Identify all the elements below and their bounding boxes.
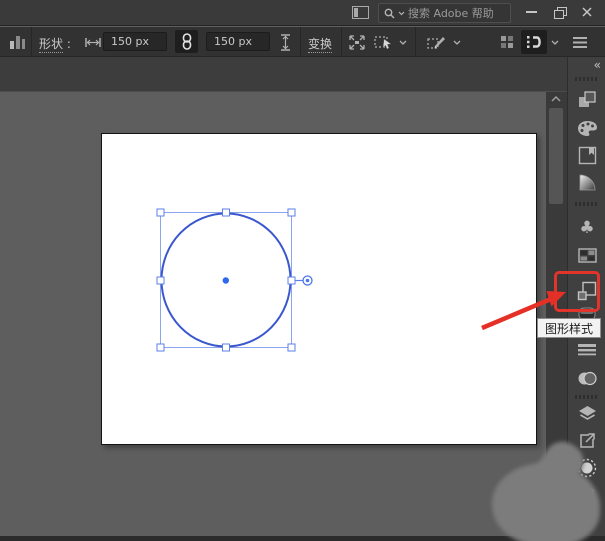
width-icon (85, 38, 101, 47)
dock-grip[interactable] (575, 77, 599, 81)
stroke-lines-icon[interactable] (576, 339, 598, 361)
chevron-down-icon[interactable] (399, 40, 407, 45)
swatches-icon[interactable] (576, 144, 598, 166)
height-input[interactable]: 150 px (206, 32, 270, 51)
center-point[interactable] (223, 277, 229, 283)
annotation-arrow (448, 283, 578, 338)
illustrator-window: 搜索 Adobe 帮助 形状 : 150 px (0, 0, 605, 541)
title-bar: 搜索 Adobe 帮助 (0, 0, 605, 26)
search-box[interactable]: 搜索 Adobe 帮助 (378, 3, 511, 23)
control-bar: 形状 : 150 px 150 px 变换 (0, 27, 605, 57)
chain-link-icon (181, 33, 193, 50)
chevron-down-icon[interactable] (453, 40, 461, 45)
shape-section-label[interactable]: 形状 : (39, 35, 71, 52)
search-placeholder: 搜索 Adobe 帮助 (408, 5, 494, 21)
width-input[interactable]: 150 px (103, 32, 167, 51)
constrain-proportions-button[interactable] (175, 30, 198, 53)
dock-grip[interactable] (575, 395, 599, 399)
align-to-glyph-icon (525, 34, 543, 50)
export-icon[interactable] (576, 430, 598, 452)
layers-icon[interactable] (576, 402, 598, 424)
dock-grip[interactable] (575, 202, 599, 206)
live-shape-widget-dot (306, 279, 310, 283)
panel-overlapping-squares-icon[interactable] (576, 89, 598, 111)
collapse-panels-button[interactable]: « (594, 59, 600, 71)
height-icon (281, 34, 290, 51)
minimize-button[interactable] (517, 2, 545, 22)
align-grid-icon[interactable] (500, 35, 515, 50)
separator (341, 27, 342, 57)
separator (415, 27, 416, 57)
symbols-icon[interactable]: ♣ (576, 217, 598, 239)
scrollbar-thumb[interactable] (549, 108, 563, 204)
artboards-grid-icon[interactable] (576, 244, 598, 266)
search-icon (384, 8, 395, 19)
selected-circle-shape[interactable] (150, 205, 320, 355)
restore-icon (554, 7, 565, 17)
transparency-icon[interactable] (576, 367, 598, 389)
separator (31, 27, 32, 57)
close-button[interactable] (573, 2, 601, 22)
gradient-icon[interactable] (576, 171, 598, 193)
transform-link[interactable]: 变换 (308, 35, 332, 52)
color-palette-icon[interactable] (576, 117, 598, 139)
arrange-documents-icon[interactable] (352, 6, 369, 19)
style-brush-icon[interactable] (427, 34, 447, 51)
fit-arrows-icon[interactable] (348, 34, 366, 51)
scroll-up-icon[interactable] (551, 96, 561, 102)
chevron-down-icon (398, 11, 405, 16)
restore-button[interactable] (545, 2, 573, 22)
close-icon (582, 7, 592, 17)
document-tab-strip (0, 57, 605, 92)
chevron-down-icon[interactable] (551, 40, 559, 45)
isolate-selection-icon[interactable] (374, 34, 394, 51)
window-controls (517, 2, 601, 22)
align-to-selection-button[interactable] (521, 30, 547, 54)
minimize-icon (526, 11, 537, 13)
separator (300, 27, 301, 57)
chart-bars-icon (9, 34, 26, 50)
menu-lines-icon[interactable] (573, 37, 587, 48)
